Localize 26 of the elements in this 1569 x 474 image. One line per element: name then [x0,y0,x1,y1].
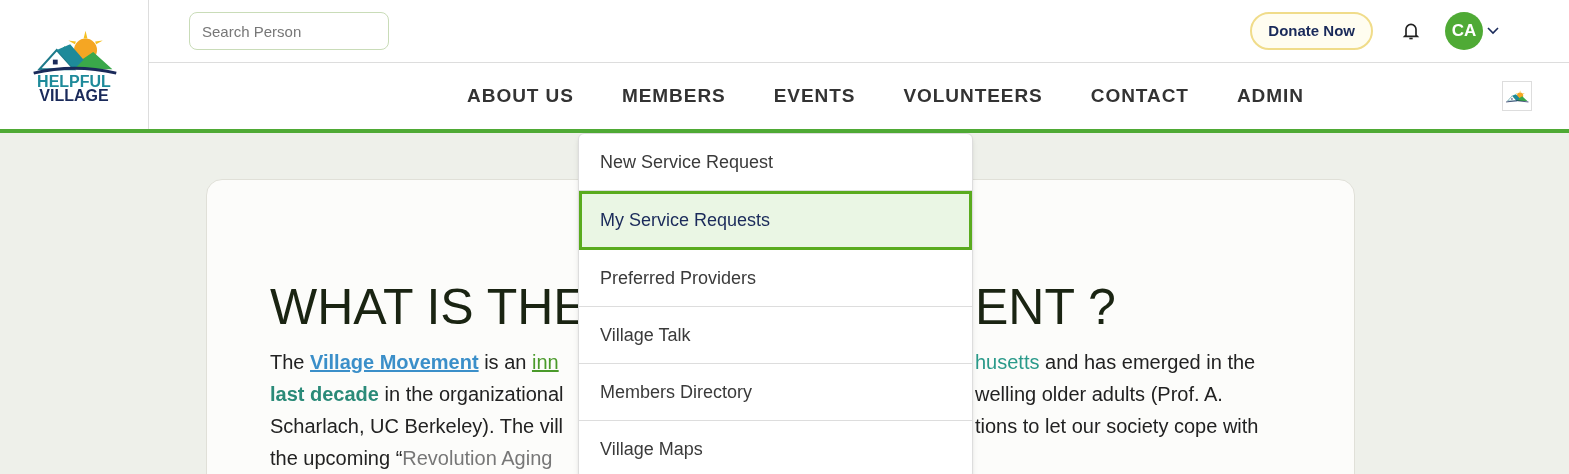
logo-text: VILLAGE [39,88,109,103]
nav-link[interactable]: ABOUT US [467,81,574,111]
paragraph-text: tions to let our society cope with [975,414,1259,439]
article-title: ENT ? [975,278,1116,337]
search-field[interactable]: Search Person [189,12,389,50]
nav-link[interactable]: MEMBERS [621,81,726,111]
menu-item[interactable]: Village Talk [579,307,972,364]
nav-link[interactable]: CONTACT [1090,81,1189,111]
chevron-down-icon[interactable] [1487,27,1499,35]
paragraph-text: welling older adults (Prof. A. [975,382,1223,407]
menu-item[interactable]: Village Maps [579,421,972,474]
bell-icon[interactable] [1401,21,1421,41]
donate-button[interactable]: Donate Now [1250,12,1373,50]
nav-link[interactable]: EVENTS [773,81,856,111]
menu-item[interactable]: Preferred Providers [579,250,972,307]
paragraph-text: The Village Movement is an inn [270,350,559,375]
logo-icon [1504,89,1530,103]
nav-link[interactable]: VOLUNTEERS [903,81,1043,111]
logo-text: HELPFUL [37,74,111,89]
paragraph-text: husetts and has emerged in the [975,350,1256,375]
nav-link[interactable]: ADMIN [1236,81,1304,111]
paragraph-text: the upcoming “Revolution Aging [270,446,553,471]
menu-item[interactable]: My Service Requests [579,191,972,250]
menu-item[interactable]: Members Directory [579,364,972,421]
paragraph-text: last decade in the organizational [270,382,564,407]
paragraph-text: Scharlach, UC Berkeley). The vill [270,414,564,439]
